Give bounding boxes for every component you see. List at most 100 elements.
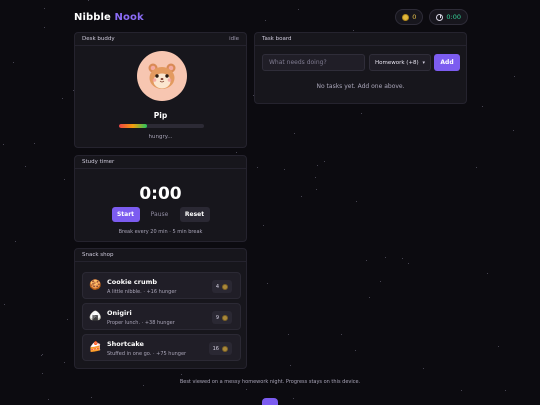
- star-dot: [88, 0, 89, 1]
- desk-buddy-header: Desk buddy idle: [75, 33, 246, 46]
- chevron-down-icon: ▾: [422, 59, 425, 66]
- coin-icon: [222, 283, 228, 290]
- star-dot: [67, 319, 68, 320]
- snack-item-onigiri[interactable]: 🍙 Onigiri Proper lunch. · +38 hunger 9: [82, 303, 241, 330]
- start-button[interactable]: Start: [111, 207, 140, 222]
- star-dot: [143, 385, 144, 386]
- coin-icon: [402, 13, 410, 21]
- tasks-empty-message: No tasks yet. Add one above.: [316, 83, 405, 90]
- star-dot: [263, 225, 264, 226]
- pet-name: Pip: [153, 111, 168, 120]
- app-header: Nibble Nook 0 0:00: [74, 8, 468, 26]
- snack-name: Onigiri: [107, 309, 132, 317]
- snack-item-cookie-crumb[interactable]: 🍪 Cookie crumb A little nibble. · +16 hu…: [82, 272, 241, 299]
- star-dot: [48, 399, 49, 400]
- buy-button[interactable]: 16: [208, 342, 232, 355]
- session-timer: 0:00: [429, 9, 468, 25]
- coin-icon: [222, 345, 228, 352]
- snack-item-shortcake[interactable]: 🍰 Shortcake Stuffed in one go. · +75 hun…: [82, 334, 241, 361]
- star-dot: [487, 273, 488, 274]
- task-category-select[interactable]: Homework (+8) ▾: [369, 54, 431, 71]
- snack-desc: Stuffed in one go. · +75 hunger: [107, 351, 187, 357]
- task-board-title: Task board: [262, 36, 292, 42]
- app-title: Nibble Nook: [74, 12, 144, 23]
- hamster-icon: [148, 63, 176, 89]
- star-dot: [402, 258, 403, 259]
- star-dot: [505, 390, 506, 391]
- star-dot: [315, 177, 316, 178]
- footer-note: Best viewed on a messy homework night. P…: [179, 379, 361, 385]
- desk-buddy-title: Desk buddy: [82, 36, 115, 42]
- snack-shop-card: Snack shop 🍪 Cookie crumb A little nibbl…: [74, 248, 247, 369]
- floating-action-button[interactable]: [262, 398, 278, 405]
- star-dot: [514, 76, 515, 77]
- star-dot: [294, 133, 295, 134]
- star-dot: [408, 263, 409, 264]
- star-dot: [64, 362, 65, 363]
- star-dot: [317, 165, 318, 166]
- shortcake-icon: 🍰: [89, 342, 102, 353]
- star-dot: [64, 179, 65, 180]
- star-dot: [181, 374, 182, 375]
- star-dot: [42, 373, 43, 374]
- star-dot: [369, 297, 370, 298]
- cookie-icon: 🍪: [89, 280, 102, 291]
- star-dot: [44, 27, 45, 28]
- star-dot: [380, 281, 381, 282]
- star-dot: [34, 143, 35, 144]
- task-input[interactable]: [262, 54, 365, 71]
- snack-name: Shortcake: [107, 340, 144, 348]
- onigiri-icon: 🍙: [89, 311, 102, 322]
- star-dot: [461, 390, 462, 391]
- timer-break-note: Break every 20 min · 5 min break: [118, 229, 203, 235]
- buddy-status: idle: [229, 36, 239, 42]
- star-dot: [324, 161, 325, 162]
- study-timer-card: Study timer 0:00 Start Pause Reset Break…: [74, 155, 247, 242]
- task-board-card: Task board Homework (+8) ▾ Add No tasks …: [254, 32, 467, 104]
- buy-button[interactable]: 9: [211, 311, 232, 324]
- pause-button[interactable]: Pause: [145, 207, 175, 222]
- star-dot: [257, 167, 258, 168]
- star-dot: [353, 30, 354, 31]
- star-dot: [361, 113, 362, 114]
- add-task-button[interactable]: Add: [434, 54, 460, 71]
- coin-icon: [222, 314, 228, 321]
- star-dot: [513, 130, 514, 131]
- coin-counter: 0: [395, 9, 424, 25]
- hunger-meter: [119, 124, 204, 128]
- buy-button[interactable]: 4: [211, 280, 232, 293]
- header-stats: 0 0:00: [395, 9, 468, 25]
- snack-shop-header: Snack shop: [75, 249, 246, 262]
- star-dot: [355, 350, 356, 351]
- study-timer-header: Study timer: [75, 156, 246, 169]
- timer-controls: Start Pause Reset: [75, 207, 246, 222]
- star-dot: [4, 304, 5, 305]
- star-dot: [423, 368, 424, 369]
- star-dot: [293, 398, 294, 399]
- snack-shop-title: Snack shop: [82, 252, 114, 258]
- reset-button[interactable]: Reset: [179, 207, 210, 222]
- hunger-meter-fill: [119, 124, 148, 128]
- star-dot: [62, 98, 63, 99]
- star-dot: [42, 354, 43, 355]
- star-dot: [498, 346, 499, 347]
- star-dot: [236, 152, 237, 153]
- desk-buddy-card: Desk buddy idle Pip hungry...: [74, 32, 247, 148]
- timer-display: 0:00: [139, 184, 182, 204]
- star-dot: [288, 334, 289, 335]
- star-dot: [316, 189, 317, 190]
- star-dot: [44, 8, 45, 9]
- star-dot: [41, 355, 42, 356]
- pet-avatar[interactable]: [137, 51, 187, 101]
- snack-desc: A little nibble. · +16 hunger: [107, 289, 177, 295]
- snack-price: 9: [215, 314, 219, 321]
- study-timer-title: Study timer: [82, 159, 115, 165]
- star-dot: [385, 257, 386, 258]
- coin-count: 0: [412, 13, 417, 21]
- snack-price: 4: [215, 283, 219, 290]
- task-category-value: Homework (+8): [375, 59, 419, 66]
- star-dot: [91, 397, 92, 398]
- star-dot: [3, 144, 4, 145]
- star-dot: [15, 241, 16, 242]
- snack-desc: Proper lunch. · +38 hunger: [107, 320, 175, 326]
